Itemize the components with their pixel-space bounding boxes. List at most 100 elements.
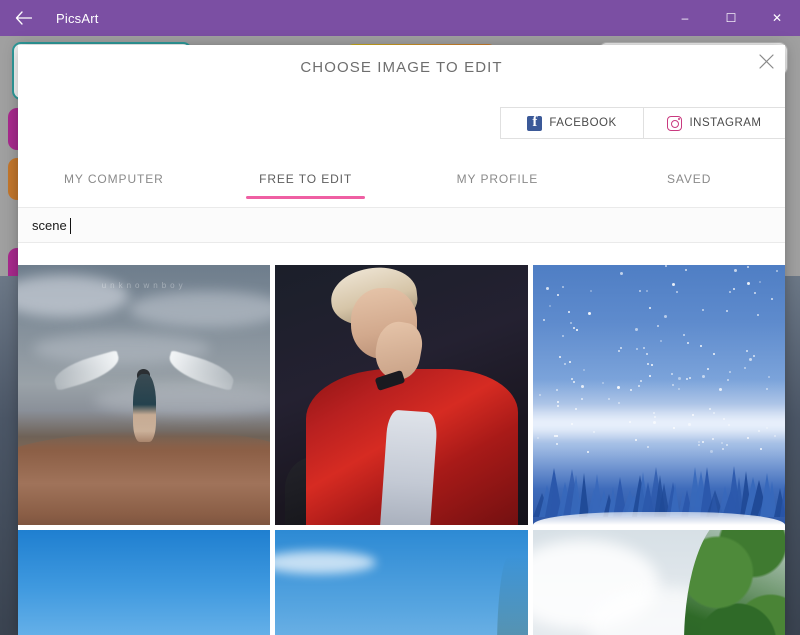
star xyxy=(642,347,645,350)
star xyxy=(712,353,715,356)
star xyxy=(672,384,675,387)
star xyxy=(581,398,584,401)
result-thumb-blue-sky-gradient[interactable] xyxy=(18,530,271,635)
tab-label: FREE TO EDIT xyxy=(259,172,353,186)
star xyxy=(771,298,774,301)
star xyxy=(648,306,651,309)
thumbnail-image xyxy=(532,265,785,525)
star xyxy=(589,289,592,292)
star xyxy=(554,434,557,437)
dialog-close-button[interactable] xyxy=(753,51,779,77)
window-controls: – ☐ ✕ xyxy=(662,0,800,36)
result-thumb-green-hillside[interactable]: wsxdn.com xyxy=(532,530,785,635)
star xyxy=(620,346,623,349)
star xyxy=(766,388,769,391)
star xyxy=(733,288,736,291)
back-button[interactable] xyxy=(0,0,46,36)
tab-my-profile[interactable]: MY PROFILE xyxy=(402,157,594,201)
star xyxy=(652,411,655,414)
star xyxy=(677,388,680,391)
thumbnail-image xyxy=(275,530,528,635)
star xyxy=(672,426,675,429)
star xyxy=(646,445,649,448)
close-icon: ✕ xyxy=(771,11,783,25)
star xyxy=(697,440,700,443)
star xyxy=(645,290,648,293)
social-import-row: FACEBOOK INSTAGRAM xyxy=(500,107,785,139)
star xyxy=(687,422,691,426)
minimize-button[interactable]: – xyxy=(662,0,708,36)
star xyxy=(728,291,731,294)
tab-label: SAVED xyxy=(666,172,712,186)
star xyxy=(639,379,642,382)
star xyxy=(720,441,723,444)
tree-foliage xyxy=(684,530,785,635)
star xyxy=(645,353,648,356)
star xyxy=(757,429,760,432)
app-title: PicsArt xyxy=(56,10,99,26)
star xyxy=(710,449,713,453)
instagram-label: INSTAGRAM xyxy=(689,117,762,129)
star xyxy=(685,377,688,380)
instagram-import-button[interactable]: INSTAGRAM xyxy=(643,108,785,138)
tab-saved[interactable]: SAVED xyxy=(593,157,785,201)
choose-image-dialog: CHOOSE IMAGE TO EDIT FACEBOOK INSTAGRAM … xyxy=(18,45,785,635)
star xyxy=(649,374,652,377)
star xyxy=(573,327,576,330)
close-button[interactable]: ✕ xyxy=(754,0,800,36)
result-thumb-portrait-red-blazer[interactable] xyxy=(275,265,528,525)
star xyxy=(675,291,678,294)
result-thumb-sky-clouds[interactable] xyxy=(275,530,528,635)
star xyxy=(569,361,572,364)
search-input[interactable] xyxy=(18,208,785,242)
facebook-label: FACEBOOK xyxy=(549,117,617,129)
star xyxy=(592,430,595,433)
star xyxy=(670,372,673,375)
star xyxy=(570,322,573,325)
star xyxy=(618,349,621,352)
star xyxy=(620,271,624,275)
star xyxy=(562,285,565,288)
star xyxy=(702,308,705,311)
star xyxy=(558,355,561,358)
star xyxy=(618,401,621,404)
tab-free-to-edit[interactable]: FREE TO EDIT xyxy=(210,157,402,201)
star xyxy=(572,381,575,384)
star xyxy=(646,362,649,365)
tab-my-computer[interactable]: MY COMPUTER xyxy=(18,157,210,201)
star xyxy=(601,381,604,384)
star xyxy=(707,367,710,370)
star xyxy=(758,280,761,283)
star xyxy=(747,281,751,285)
image-results-grid: unknownboy xyxy=(18,265,785,635)
star xyxy=(556,400,559,403)
result-thumb-angel-wings-cliff[interactable]: unknownboy xyxy=(18,265,271,525)
instagram-icon xyxy=(667,115,683,131)
source-tabs: MY COMPUTER FREE TO EDIT MY PROFILE SAVE… xyxy=(18,157,785,201)
star xyxy=(688,377,691,380)
facebook-import-button[interactable]: FACEBOOK xyxy=(501,108,643,138)
star xyxy=(748,358,752,362)
maximize-button[interactable]: ☐ xyxy=(708,0,754,36)
star xyxy=(753,354,756,357)
star xyxy=(718,388,722,392)
tree-branch xyxy=(497,556,528,635)
star xyxy=(576,329,579,332)
star xyxy=(744,366,747,369)
search-bar[interactable] xyxy=(18,207,785,243)
dialog-title: CHOOSE IMAGE TO EDIT xyxy=(300,59,503,76)
thumbnail-image xyxy=(275,265,528,525)
star xyxy=(685,269,688,272)
star xyxy=(657,324,660,327)
thumbnail-watermark: unknownboy xyxy=(101,280,187,290)
close-icon xyxy=(758,54,774,74)
star xyxy=(628,420,631,423)
star xyxy=(753,292,756,295)
star xyxy=(768,376,771,379)
star xyxy=(678,376,682,380)
star xyxy=(653,415,656,418)
star xyxy=(756,314,759,317)
star xyxy=(745,350,748,353)
result-thumb-starry-winter-forest[interactable] xyxy=(532,265,785,525)
star xyxy=(660,340,663,343)
